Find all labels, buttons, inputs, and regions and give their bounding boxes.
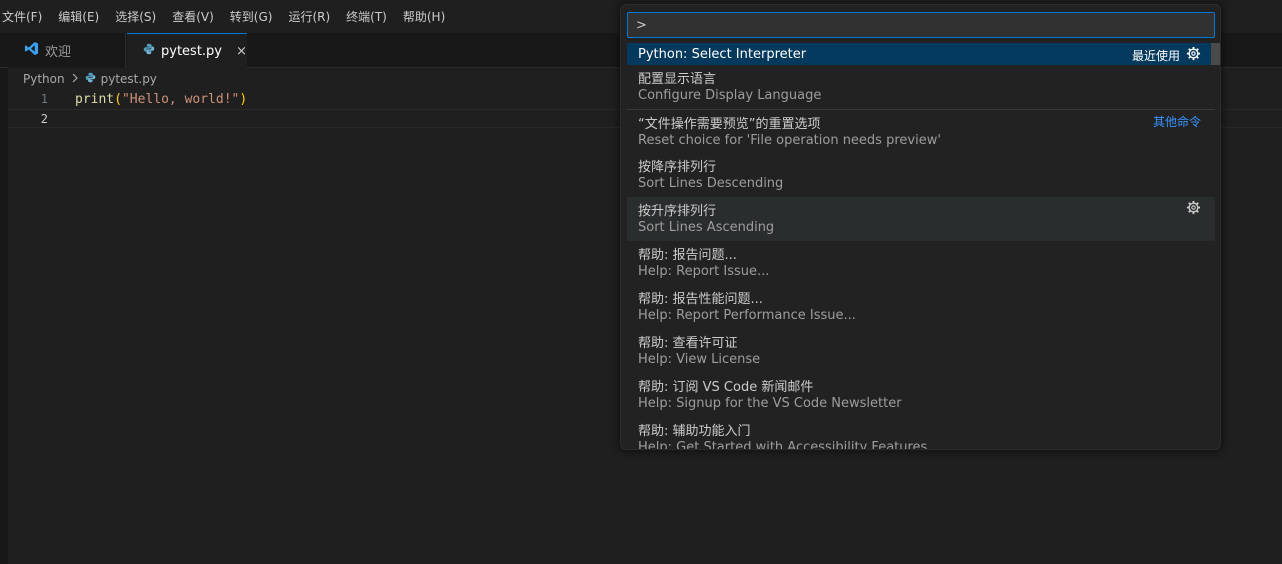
command-item[interactable]: 帮助: 报告性能问题... Help: Report Performance I…	[627, 285, 1215, 329]
command-description: Sort Lines Descending	[638, 176, 784, 191]
menu-run[interactable]: 运行(R)	[286, 8, 330, 25]
command-label: Python: Select Interpreter	[638, 46, 807, 62]
python-icon	[143, 43, 155, 59]
breadcrumb: Python pytest.py	[23, 70, 157, 88]
tab-pytest[interactable]: pytest.py ×	[127, 33, 247, 68]
command-label: 配置显示语言	[638, 72, 717, 87]
command-description: Reset choice for 'File operation needs p…	[638, 133, 941, 148]
tab-welcome[interactable]: 欢迎	[8, 33, 126, 68]
gear-icon[interactable]	[1186, 46, 1201, 64]
command-palette: Python: Select Interpreter 最近使用 配置显示语言 C…	[620, 4, 1221, 450]
menu-file[interactable]: 文件(F)	[0, 8, 42, 25]
command-description: Help: View License	[638, 352, 761, 367]
vscode-icon	[24, 41, 39, 60]
command-description: Help: Signup for the VS Code Newsletter	[638, 396, 902, 411]
token-paren: )	[239, 92, 248, 107]
menu-selection[interactable]: 选择(S)	[113, 8, 156, 25]
other-commands-label: 其他命令	[1152, 115, 1201, 129]
command-item[interactable]: Python: Select Interpreter 最近使用	[627, 43, 1215, 65]
close-icon[interactable]: ×	[236, 44, 247, 59]
command-palette-input[interactable]	[627, 12, 1215, 38]
token-string: "Hello, world!"	[121, 92, 240, 107]
menu-edit[interactable]: 编辑(E)	[56, 8, 99, 25]
command-item[interactable]: 按降序排列行 Sort Lines Descending	[627, 153, 1215, 197]
menu-terminal[interactable]: 终端(T)	[344, 8, 387, 25]
tab-pytest-label: pytest.py	[161, 43, 222, 59]
command-label: 帮助: 辅助功能入门	[638, 424, 751, 439]
palette-scrollbar[interactable]	[1211, 43, 1220, 65]
command-label: 按升序排列行	[638, 204, 717, 219]
command-item[interactable]: 帮助: 报告问题... Help: Report Issue...	[627, 241, 1215, 285]
token-paren: (	[114, 92, 122, 107]
command-description: Help: Report Performance Issue...	[638, 308, 856, 323]
command-results-list: Python: Select Interpreter 最近使用 配置显示语言 C…	[627, 43, 1215, 450]
command-item[interactable]: 帮助: 订阅 VS Code 新闻邮件 Help: Signup for the…	[627, 373, 1215, 417]
gear-icon[interactable]	[1186, 200, 1201, 218]
command-item[interactable]: 配置显示语言 Configure Display Language	[627, 65, 1215, 109]
menu-view[interactable]: 查看(V)	[170, 8, 214, 25]
command-item-meta: 其他命令	[1153, 113, 1201, 130]
command-label: 帮助: 订阅 VS Code 新闻邮件	[638, 380, 814, 395]
breadcrumb-folder[interactable]: Python	[23, 72, 65, 86]
command-item[interactable]: “文件操作需要预览”的重置选项 Reset choice for 'File o…	[627, 109, 1215, 153]
activity-gutter	[0, 68, 8, 564]
command-label: 帮助: 报告性能问题...	[638, 292, 763, 307]
command-label: 按降序排列行	[638, 160, 717, 175]
command-item[interactable]: 帮助: 辅助功能入门 Help: Get Started with Access…	[627, 417, 1215, 450]
line-number: 1	[40, 92, 48, 106]
code-text: print("Hello, world!")	[75, 90, 247, 109]
command-label: “文件操作需要预览”的重置选项	[638, 117, 821, 132]
command-label: 帮助: 报告问题...	[638, 248, 737, 263]
python-icon	[85, 72, 96, 86]
menu-help[interactable]: 帮助(H)	[401, 8, 445, 25]
breadcrumb-file[interactable]: pytest.py	[101, 72, 157, 86]
recently-used-label: 最近使用	[1131, 48, 1180, 63]
command-description: Help: Get Started with Accessibility Fea…	[638, 440, 928, 450]
command-item-meta: 最近使用	[1132, 46, 1201, 64]
command-item[interactable]: 帮助: 查看许可证 Help: View License	[627, 329, 1215, 373]
command-description: Sort Lines Ascending	[638, 220, 775, 235]
line-number: 2	[40, 112, 48, 126]
command-item-meta	[1186, 200, 1201, 218]
tab-welcome-label: 欢迎	[45, 45, 72, 60]
command-label: 帮助: 查看许可证	[638, 336, 738, 351]
menu-go[interactable]: 转到(G)	[228, 8, 273, 25]
token-function: print	[75, 92, 115, 107]
command-item[interactable]: 按升序排列行 Sort Lines Ascending	[627, 197, 1215, 241]
chevron-right-icon	[71, 73, 79, 86]
command-description: Configure Display Language	[638, 88, 822, 103]
command-description: Help: Report Issue...	[638, 264, 770, 279]
